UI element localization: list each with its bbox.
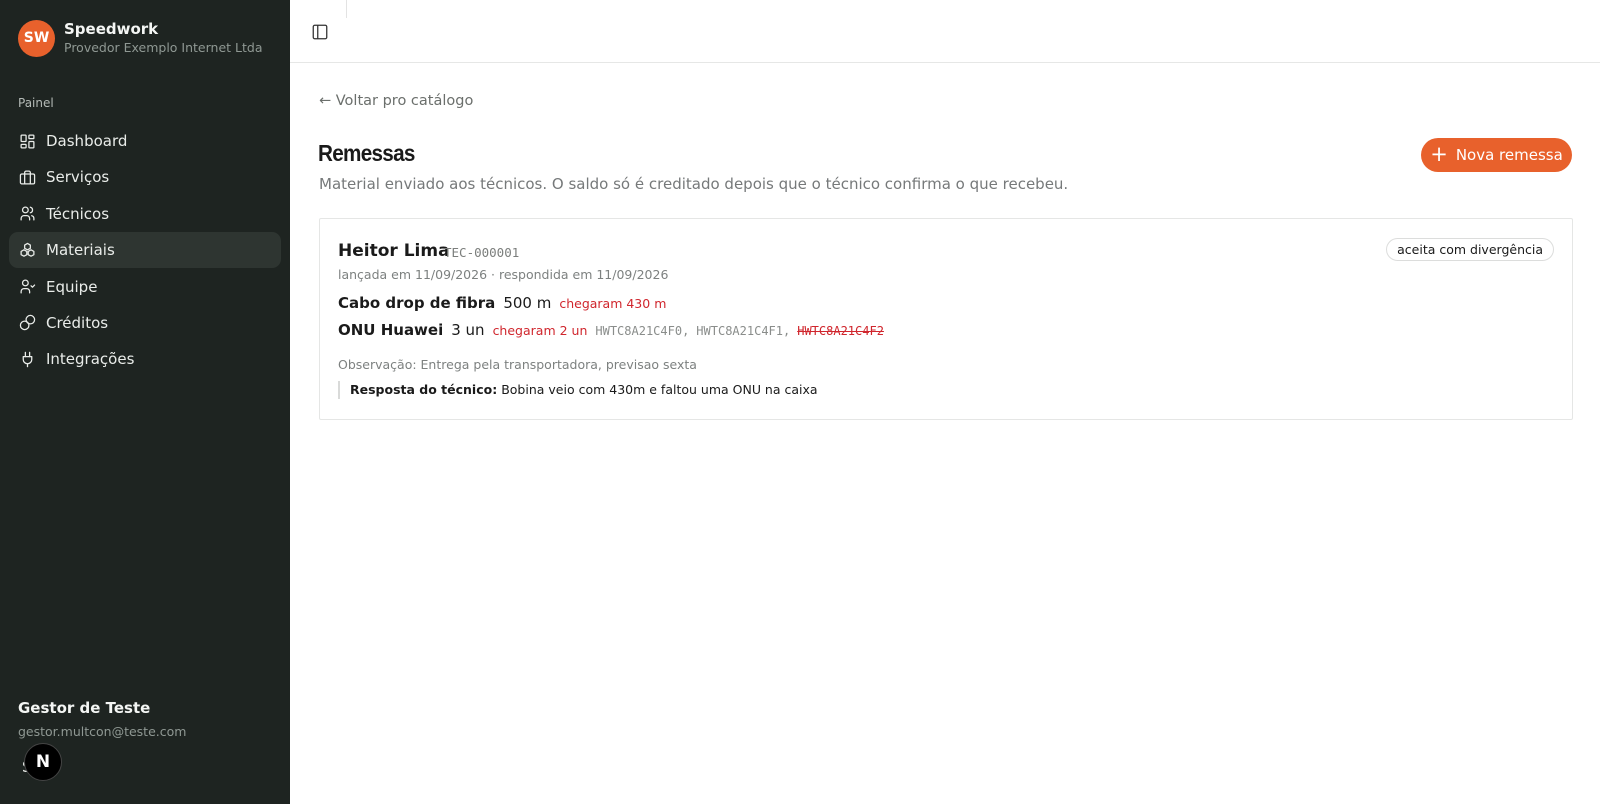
sidebar-item-tecnicos[interactable]: Técnicos xyxy=(9,196,281,232)
plus-icon: + xyxy=(1430,141,1448,166)
shipment-item: ONU Huawei 3 un chegaram 2 un HWTC8A21C4… xyxy=(338,321,891,339)
item-serial-missing: HWTC8A21C4F2 xyxy=(797,324,884,338)
brand[interactable]: SW Speedwork Provedor Exemplo Internet L… xyxy=(18,19,263,57)
sidebar-section-label: Painel xyxy=(18,96,54,110)
dashboard-icon xyxy=(18,132,36,150)
item-serial: HWTC8A21C4F0, xyxy=(595,324,690,338)
sidebar-item-label: Materiais xyxy=(46,241,115,260)
item-arrived: chegaram 430 m xyxy=(559,296,667,311)
sidebar-item-label: Técnicos xyxy=(46,204,110,223)
sidebar-item-creditos[interactable]: Créditos xyxy=(9,305,281,341)
status-badge: aceita com divergência xyxy=(1386,238,1554,261)
back-to-catalog-link[interactable]: ← Voltar pro catálogo xyxy=(319,93,473,109)
sidebar-item-label: Equipe xyxy=(46,277,98,296)
user-email: gestor.multcon@teste.com xyxy=(18,724,187,739)
plug-icon xyxy=(18,350,36,368)
item-qty: 3 un xyxy=(451,321,485,339)
briefcase-icon xyxy=(18,168,36,186)
technician-answer: Resposta do técnico: Bobina veio com 430… xyxy=(338,381,818,399)
nextjs-badge-icon[interactable]: N xyxy=(24,743,62,781)
user-name: Gestor de Teste xyxy=(18,699,151,717)
page-title: Remessas xyxy=(318,140,415,166)
sidebar: SW Speedwork Provedor Exemplo Internet L… xyxy=(0,0,290,804)
shipment-item: Cabo drop de fibra 500 m chegaram 430 m xyxy=(338,294,674,312)
shipment-dates: lançada em 11/09/2026 · respondida em 11… xyxy=(338,267,669,282)
sidebar-item-integracoes[interactable]: Integrações xyxy=(9,341,281,377)
shipment-observation: Observação: Entrega pela transportadora,… xyxy=(338,357,697,372)
topbar-divider xyxy=(346,0,347,18)
sidebar-item-equipe[interactable]: Equipe xyxy=(9,269,281,305)
coins-icon xyxy=(18,314,36,332)
technician-name: Heitor Lima xyxy=(338,241,450,261)
sidebar-nav: Dashboard Serviços Técnicos Materiais Eq… xyxy=(9,123,281,378)
sidebar-item-dashboard[interactable]: Dashboard xyxy=(9,123,281,159)
sidebar-item-servicos[interactable]: Serviços xyxy=(9,159,281,195)
item-serial: HWTC8A21C4F1, xyxy=(696,324,791,338)
page-description: Material enviado aos técnicos. O saldo s… xyxy=(319,175,1069,193)
topbar xyxy=(290,0,1600,63)
sidebar-item-materiais[interactable]: Materiais xyxy=(9,232,281,269)
brand-avatar: SW xyxy=(18,19,55,57)
sidebar-item-label: Dashboard xyxy=(46,132,128,150)
team-icon xyxy=(18,278,36,296)
users-icon xyxy=(18,205,36,223)
brand-name: Speedwork xyxy=(64,20,159,38)
boxes-icon xyxy=(18,241,36,259)
new-shipment-label: Nova remessa xyxy=(1455,146,1563,164)
item-arrived: chegaram 2 un xyxy=(492,323,588,338)
item-name: Cabo drop de fibra xyxy=(338,294,496,312)
brand-company: Provedor Exemplo Internet Ltda xyxy=(64,40,263,55)
new-shipment-button[interactable]: + Nova remessa xyxy=(1421,138,1572,172)
item-name: ONU Huawei xyxy=(338,321,444,339)
sidebar-item-label: Serviços xyxy=(46,168,110,187)
answer-text: Bobina veio com 430m e faltou uma ONU na… xyxy=(501,382,818,397)
sidebar-item-label: Integrações xyxy=(46,350,135,369)
shipment-card: Heitor Lima TEC-000001 lançada em 11/09/… xyxy=(319,218,1573,420)
answer-label: Resposta do técnico: xyxy=(350,382,498,397)
panel-left-icon xyxy=(312,24,328,40)
technician-code: TEC-000001 xyxy=(444,245,520,260)
sidebar-toggle-button[interactable] xyxy=(308,20,332,44)
sidebar-item-label: Créditos xyxy=(46,313,109,332)
item-qty: 500 m xyxy=(503,294,552,312)
